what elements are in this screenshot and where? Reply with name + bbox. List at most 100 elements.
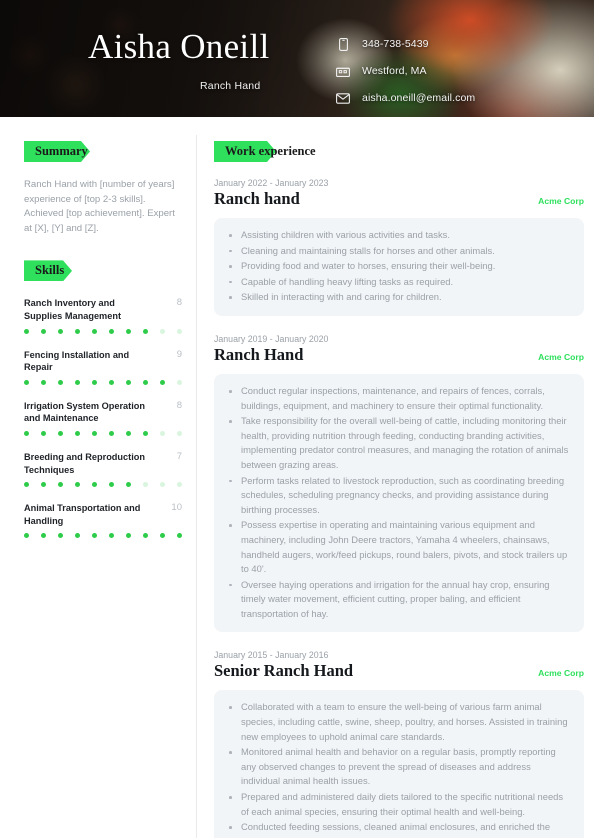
phone-icon [335, 37, 351, 51]
rating-dot [143, 430, 148, 436]
sidebar-column: Summary Ranch Hand with [number of years… [0, 141, 196, 838]
skill-rating-dots [24, 533, 182, 539]
work-experience-heading-label: Work experience [225, 144, 316, 158]
rating-dot [41, 379, 46, 385]
resume-page: Aisha Oneill Ranch Hand 348-738-5439 Wes… [0, 0, 594, 838]
rating-dot [143, 482, 148, 488]
contact-list: 348-738-5439 Westford, MA aisha.oneill@e… [335, 33, 475, 114]
work-experience-section-heading: Work experience [214, 141, 584, 162]
job-dates: January 2015 - January 2016 [214, 650, 329, 661]
contact-phone-text: 348-738-5439 [362, 38, 429, 50]
job-description-box: Collaborated with a team to ensure the w… [214, 690, 584, 838]
summary-text: Ranch Hand with [number of years] experi… [24, 179, 175, 234]
resume-body: Summary Ranch Hand with [number of years… [0, 117, 594, 838]
skill-header: Fencing Installation and Repair 9 [24, 349, 182, 374]
rating-dot [143, 328, 148, 334]
job-bullet: Take responsibility for the overall well… [224, 414, 570, 472]
rating-dot [75, 328, 80, 334]
skill-rating-value: 9 [176, 348, 182, 360]
candidate-name: Aisha Oneill [88, 27, 270, 66]
skill-rating-value: 7 [176, 450, 182, 462]
contact-location-text: Westford, MA [362, 65, 427, 77]
skill-rating-value: 10 [171, 502, 182, 514]
job-description-box: Conduct regular inspections, maintenance… [214, 373, 584, 633]
skill-header: Animal Transportation and Handling 10 [24, 502, 182, 527]
job-bullet: Monitored animal health and behavior on … [224, 745, 570, 789]
resume-header: Aisha Oneill Ranch Hand 348-738-5439 Wes… [0, 0, 594, 117]
contact-email-text: aisha.oneill@email.com [362, 92, 476, 104]
job-company: Acme Corp [538, 196, 584, 206]
rating-dot [160, 482, 165, 488]
job-bullet: Oversee haying operations and irrigation… [224, 578, 570, 622]
rating-dot [177, 379, 182, 385]
rating-dot [41, 533, 46, 539]
rating-dot [126, 379, 131, 385]
job-dates: January 2019 - January 2020 [214, 333, 329, 344]
job-bullet: Cleaning and maintaining stalls for hors… [224, 244, 570, 259]
rating-dot [75, 533, 80, 539]
skill-header: Breeding and Reproduction Techniques 7 [24, 451, 182, 476]
work-experience-item: January 2015 - January 2016 Senior Ranch … [214, 650, 584, 838]
rating-dot [126, 533, 131, 539]
rating-dot [24, 533, 29, 539]
rating-dot [109, 533, 114, 539]
job-bullet-list: Collaborated with a team to ensure the w… [224, 700, 570, 838]
rating-dot [143, 379, 148, 385]
rating-dot [109, 430, 114, 436]
summary-section-heading: Summary [24, 141, 182, 162]
skill-name: Breeding and Reproduction Techniques [24, 451, 145, 475]
rating-dot [177, 328, 182, 334]
job-description-box: Assisting children with various activiti… [214, 218, 584, 316]
skill-name: Ranch Inventory and Supplies Management [24, 298, 121, 321]
contact-email: aisha.oneill@email.com [335, 87, 475, 109]
rating-dot [58, 533, 63, 539]
job-bullet: Assisting children with various activiti… [224, 228, 570, 243]
skill-rating-dots [24, 430, 182, 436]
rating-dot [58, 379, 63, 385]
rating-dot [160, 328, 165, 334]
skill-name: Fencing Installation and Repair [24, 349, 130, 373]
candidate-job-title: Ranch Hand [200, 80, 261, 92]
work-experience-item: January 2019 - January 2020 Ranch Hand Acm… [214, 334, 584, 633]
rating-dot [177, 482, 182, 488]
skill-item: Breeding and Reproduction Techniques 7 [24, 451, 182, 488]
skill-rating-value: 8 [176, 297, 182, 309]
job-company: Acme Corp [538, 668, 584, 679]
rating-dot [41, 482, 46, 488]
job-bullet: Skilled in interacting with and caring f… [224, 290, 570, 305]
job-title: Ranch Hand [214, 344, 304, 364]
skill-name: Animal Transportation and Handling [24, 503, 141, 526]
contact-phone: 348-738-5439 [335, 33, 475, 55]
rating-dot [126, 482, 131, 488]
skills-heading-label: Skills [35, 263, 65, 278]
email-icon [335, 91, 351, 105]
skill-item: Fencing Installation and Repair 9 [24, 349, 182, 385]
rating-dot [24, 482, 29, 488]
job-bullet: Capable of handling heavy lifting tasks … [224, 275, 570, 290]
main-column: Work experience January 2022 - January 2… [197, 141, 594, 838]
work-experience-item: January 2022 - January 2023 Ranch hand Acm… [214, 178, 584, 316]
rating-dot [177, 533, 182, 539]
rating-dot [126, 328, 131, 334]
rating-dot [160, 533, 165, 539]
rating-dot [92, 379, 97, 385]
rating-dot [92, 328, 97, 334]
job-bullet-list: Conduct regular inspections, maintenance… [224, 384, 570, 622]
skill-header: Irrigation System Operation and Maintena… [24, 400, 182, 425]
rating-dot [41, 328, 46, 334]
job-title: Senior Ranch Hand [214, 661, 354, 681]
work-experience-list: January 2022 - January 2023 Ranch hand Acm… [214, 178, 584, 838]
skill-item: Irrigation System Operation and Maintena… [24, 400, 182, 436]
summary-heading-label: Summary [35, 144, 88, 158]
job-bullet: Perform tasks related to livestock repro… [224, 474, 570, 518]
location-icon [335, 64, 351, 78]
job-bullet-list: Assisting children with various activiti… [224, 228, 570, 305]
rating-dot [160, 430, 165, 436]
job-company: Acme Corp [538, 351, 584, 362]
skills-list: Ranch Inventory and Supplies Management 8… [24, 297, 182, 539]
skill-header: Ranch Inventory and Supplies Management 8 [24, 297, 182, 322]
rating-dot [109, 482, 114, 488]
rating-dot [75, 430, 80, 436]
rating-dot [75, 379, 80, 385]
rating-dot [41, 430, 46, 436]
